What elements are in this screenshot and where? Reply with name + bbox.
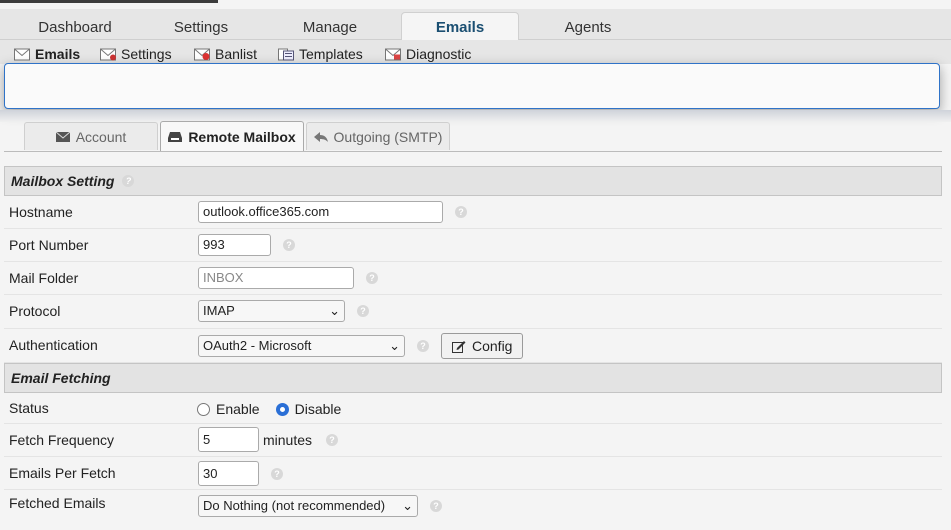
row-authentication: Authentication OAuth2 - Microsoft ⌄ ? Co…	[4, 329, 942, 363]
edit-icon	[452, 340, 466, 353]
chevron-down-icon: ⌄	[402, 498, 413, 513]
tab-dashboard[interactable]: Dashboard	[10, 9, 140, 39]
row-status: Status Enable Disable	[4, 393, 942, 424]
emails-per-fetch-label: Emails Per Fetch	[9, 465, 116, 481]
search-input[interactable]	[4, 63, 940, 109]
config-label: Config	[472, 338, 513, 354]
subtab-templates-label: Templates	[299, 46, 363, 62]
hostname-input[interactable]: outlook.office365.com	[198, 201, 443, 223]
row-protocol: Protocol IMAP ⌄ ?	[4, 295, 942, 329]
authentication-select[interactable]: OAuth2 - Microsoft ⌄	[198, 335, 405, 357]
diagnostic-icon	[385, 48, 401, 60]
subtab-settings-label: Settings	[121, 46, 172, 62]
fetch-frequency-unit: minutes	[263, 431, 313, 448]
subtab-banlist[interactable]: Banlist	[194, 46, 257, 62]
authentication-label: Authentication	[9, 337, 98, 353]
form-tabs: Account Remote Mailbox Outgoing (SMTP)	[4, 120, 942, 152]
row-fetch-frequency: Fetch Frequency 5 minutes ?	[4, 424, 942, 457]
config-button[interactable]: Config	[441, 333, 524, 359]
mail-settings-icon	[100, 48, 116, 60]
chevron-down-icon: ⌄	[389, 338, 400, 353]
help-icon[interactable]: ?	[357, 305, 369, 317]
fetched-emails-value: Do Nothing (not recommended)	[203, 498, 386, 513]
status-disable-option[interactable]: Disable	[275, 401, 342, 417]
subtab-diagnostic-label: Diagnostic	[406, 46, 472, 62]
subtab-emails[interactable]: Emails	[14, 46, 80, 62]
templates-icon	[278, 48, 294, 60]
help-icon[interactable]: ?	[366, 272, 378, 284]
fetch-frequency-label: Fetch Frequency	[9, 432, 115, 448]
chevron-down-icon: ⌄	[329, 303, 340, 318]
row-hostname: Hostname outlook.office365.com ?	[4, 196, 942, 229]
row-mail-folder: Mail Folder INBOX ?	[4, 262, 942, 295]
disable-label: Disable	[294, 401, 342, 417]
main-nav: Dashboard Settings Manage Emails Agents	[0, 9, 951, 41]
banlist-icon	[194, 48, 210, 60]
subtab-diagnostic[interactable]: Diagnostic	[385, 46, 471, 62]
section-fetching-title: Email Fetching	[11, 370, 111, 386]
enable-label: Enable	[216, 401, 260, 417]
row-fetched-emails: Fetched Emails Do Nothing (not recommend…	[4, 490, 942, 523]
fetched-emails-label: Fetched Emails	[9, 495, 106, 511]
help-icon[interactable]: ?	[122, 175, 135, 187]
protocol-value: IMAP	[203, 303, 235, 318]
tab-manage[interactable]: Manage	[262, 9, 398, 39]
tab-outgoing-smtp[interactable]: Outgoing (SMTP)	[306, 122, 450, 150]
help-icon[interactable]: ?	[417, 340, 429, 352]
subtab-settings[interactable]: Settings	[100, 46, 172, 62]
port-input[interactable]: 993	[198, 234, 271, 256]
status-enable-option[interactable]: Enable	[197, 401, 260, 417]
inbox-icon	[168, 131, 183, 142]
envelope-icon	[14, 48, 30, 60]
help-icon[interactable]: ?	[455, 206, 467, 218]
envelope-icon	[55, 131, 70, 142]
row-emails-per-fetch: Emails Per Fetch 30 ?	[4, 457, 942, 490]
section-email-fetching: Email Fetching	[4, 363, 942, 393]
help-icon[interactable]: ?	[271, 467, 283, 480]
fetch-frequency-input[interactable]: 5	[198, 427, 259, 452]
emails-per-fetch-input[interactable]: 30	[198, 461, 259, 486]
tab-agents[interactable]: Agents	[520, 9, 656, 39]
tab-remote-mailbox-label: Remote Mailbox	[188, 128, 296, 145]
fetched-emails-select[interactable]: Do Nothing (not recommended) ⌄	[198, 495, 418, 517]
tab-outgoing-smtp-label: Outgoing (SMTP)	[333, 128, 443, 145]
section-mailbox-title: Mailbox Setting	[11, 173, 115, 189]
reply-icon	[313, 131, 328, 142]
subtab-templates[interactable]: Templates	[278, 46, 363, 62]
enable-radio[interactable]	[197, 402, 210, 416]
help-icon[interactable]: ?	[283, 239, 295, 251]
subtab-banlist-label: Banlist	[215, 46, 258, 62]
tab-settings[interactable]: Settings	[140, 9, 262, 39]
port-label: Port Number	[9, 237, 89, 253]
tab-account[interactable]: Account	[24, 122, 158, 150]
protocol-select[interactable]: IMAP ⌄	[198, 300, 345, 322]
top-strip	[0, 0, 218, 3]
row-port: Port Number 993 ?	[4, 229, 942, 262]
hostname-label: Hostname	[9, 204, 73, 220]
subtab-emails-label: Emails	[35, 46, 81, 62]
mail-folder-label: Mail Folder	[9, 270, 79, 286]
tab-emails[interactable]: Emails	[401, 12, 519, 41]
authentication-value: OAuth2 - Microsoft	[203, 338, 312, 353]
mail-folder-input[interactable]: INBOX	[198, 267, 354, 289]
section-mailbox-setting: Mailbox Setting ?	[4, 166, 942, 196]
sub-nav: Emails Settings Banlist Templates Diagno…	[0, 40, 951, 64]
protocol-label: Protocol	[9, 303, 61, 319]
help-icon[interactable]: ?	[326, 433, 339, 446]
disable-radio[interactable]	[275, 402, 289, 416]
tab-account-label: Account	[75, 128, 127, 145]
help-icon[interactable]: ?	[430, 500, 442, 512]
tab-remote-mailbox[interactable]: Remote Mailbox	[160, 121, 304, 151]
status-label: Status	[9, 400, 49, 416]
